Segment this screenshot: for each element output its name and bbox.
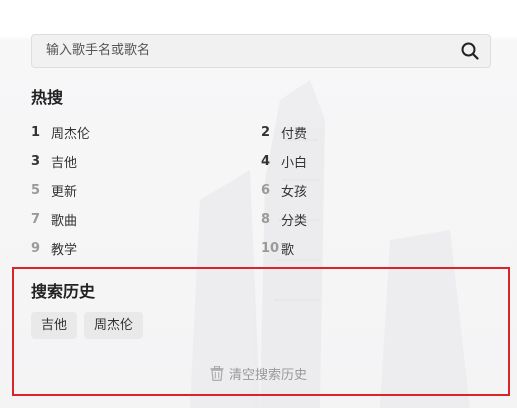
search-panel: 热搜 1 周杰伦 2 付费 3 吉他 4 小白 5 更新 6 女孩 7 歌曲 8…	[0, 0, 517, 408]
clear-history-button[interactable]: 清空搜索历史	[210, 363, 307, 383]
hot-search-item[interactable]: 9 教学	[31, 238, 77, 258]
hot-search-item[interactable]: 8 分类	[261, 209, 307, 229]
search-icon[interactable]	[461, 42, 479, 60]
hot-search-item[interactable]: 6 女孩	[261, 180, 307, 200]
hot-search-word: 小白	[281, 155, 308, 171]
hot-search-rank: 7	[31, 211, 41, 227]
hot-search-word: 周杰伦	[51, 126, 91, 142]
hot-search-rank: 1	[31, 124, 41, 140]
hot-search-word: 付费	[281, 126, 308, 142]
hot-search-word: 歌曲	[51, 213, 78, 229]
hot-search-item[interactable]: 5 更新	[31, 180, 77, 200]
hot-search-word: 吉他	[51, 155, 78, 171]
hot-search-rank: 10	[261, 240, 280, 256]
hot-search-word: 教学	[51, 242, 78, 258]
search-input[interactable]	[46, 35, 446, 67]
hot-search-rank: 4	[261, 153, 271, 169]
history-chip[interactable]: 周杰伦	[84, 312, 144, 339]
hot-search-item[interactable]: 7 歌曲	[31, 209, 77, 229]
hot-search-item[interactable]: 1 周杰伦	[31, 122, 90, 142]
clear-history-label: 清空搜索历史	[229, 367, 308, 383]
hot-search-word: 分类	[281, 213, 308, 229]
search-history-title: 搜索历史	[31, 282, 96, 301]
hot-search-rank: 2	[261, 124, 271, 140]
history-chip[interactable]: 吉他	[31, 312, 78, 339]
hot-search-rank: 3	[31, 153, 41, 169]
hot-search-rank: 9	[31, 240, 41, 256]
hot-search-rank: 8	[261, 211, 271, 227]
trash-icon	[210, 365, 224, 381]
search-box	[31, 34, 491, 68]
hot-search-word: 女孩	[281, 184, 308, 200]
hot-search-word: 歌	[281, 242, 295, 258]
hot-search-rank: 5	[31, 182, 41, 198]
hot-search-item[interactable]: 2 付费	[261, 122, 307, 142]
hot-search-item[interactable]: 4 小白	[261, 151, 307, 171]
hot-search-word: 更新	[51, 184, 78, 200]
hot-search-rank: 6	[261, 182, 271, 198]
hot-search-title: 热搜	[31, 88, 64, 107]
hot-search-item[interactable]: 3 吉他	[31, 151, 77, 171]
hot-search-item[interactable]: 10 歌	[261, 238, 294, 258]
search-history-panel: 搜索历史 吉他 周杰伦 清空搜索历史	[12, 267, 510, 396]
